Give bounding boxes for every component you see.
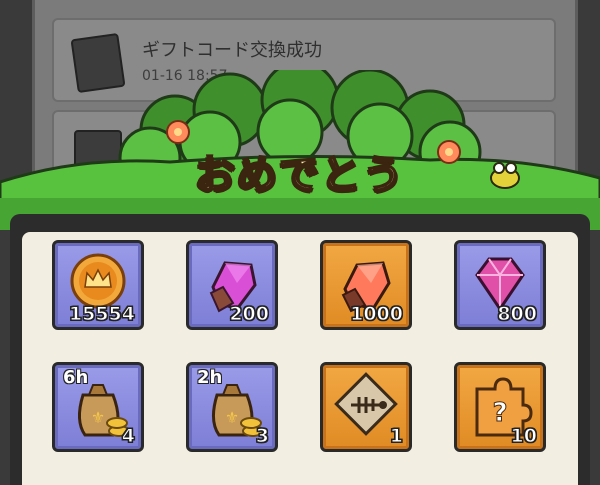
svg-text:⚜: ⚜ [91, 408, 105, 427]
reward-slot-gold-bag-6h[interactable]: ⚜ 6h 4 [52, 362, 144, 452]
reward-qty: 1 [389, 425, 403, 448]
reward-slot-orange-crystal[interactable]: 1000 [320, 240, 412, 330]
reward-qty: 1000 [350, 303, 404, 326]
flower-icon [166, 120, 190, 144]
reward-slot-pink-crystal[interactable]: 200 [186, 240, 278, 330]
reward-qty: 10 [510, 425, 537, 448]
svg-text:?: ? [492, 398, 507, 428]
reward-qty: 800 [497, 303, 538, 326]
reward-slot-mystery-puzzle[interactable]: ? 10 [454, 362, 546, 452]
reward-slot-pink-gem[interactable]: 800 [454, 240, 546, 330]
reward-qty: 200 [229, 303, 270, 326]
reward-qty: 15554 [68, 303, 135, 326]
mail-title: ギフトコード交換成功 [142, 40, 322, 61]
bag-duration: 2h [197, 367, 223, 388]
congrats-title: おめでとう [194, 151, 405, 199]
reward-slot-gold-bag-2h[interactable]: ⚜ 2h 3 [186, 362, 278, 452]
reward-slot-gold[interactable]: 15554 [52, 240, 144, 330]
reward-qty: 4 [121, 425, 135, 448]
bag-duration: 6h [63, 367, 89, 388]
reward-slot-fish-bone[interactable]: 1 [320, 362, 412, 452]
reward-qty: 3 [255, 425, 269, 448]
svg-text:⚜: ⚜ [225, 408, 239, 427]
